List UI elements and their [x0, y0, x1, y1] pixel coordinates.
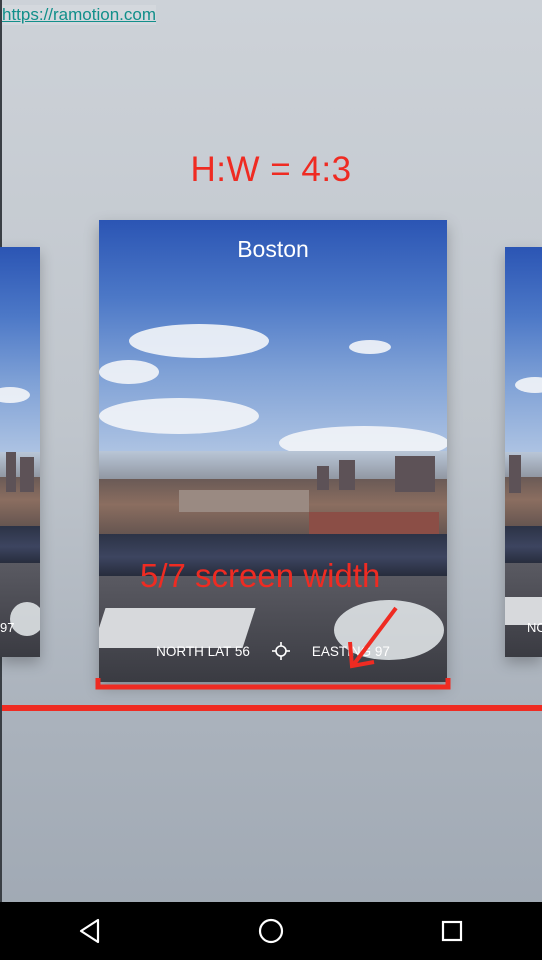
card-previous[interactable]: 97: [0, 247, 40, 657]
android-nav-bar: [0, 902, 542, 960]
card-next-label: NO: [527, 620, 542, 635]
north-latitude-label: NORTH LAT 56: [156, 643, 250, 659]
width-annotation: 5/7 screen width: [140, 557, 381, 594]
card-previous-label: 97: [0, 620, 15, 635]
back-triangle-icon: [80, 918, 100, 944]
card-info-bar: NORTH LAT 56 EASTING 97: [99, 636, 447, 666]
home-circle-icon: [258, 918, 284, 944]
card-title: Boston: [237, 236, 309, 262]
crosshair-icon[interactable]: [271, 642, 290, 660]
home-button[interactable]: [241, 902, 301, 960]
easting-label: EASTING 97: [311, 643, 390, 659]
card-next[interactable]: NO: [505, 247, 542, 657]
back-button[interactable]: [60, 902, 120, 960]
ramotion-link[interactable]: https://ramotion.com: [2, 5, 157, 25]
city-card-boston[interactable]: Boston NORTH LAT 56 EASTING 97: [99, 220, 447, 682]
recents-square-icon: [441, 920, 462, 942]
aspect-ratio-annotation: H:W = 4:3: [190, 150, 352, 189]
recents-button[interactable]: [422, 902, 482, 960]
